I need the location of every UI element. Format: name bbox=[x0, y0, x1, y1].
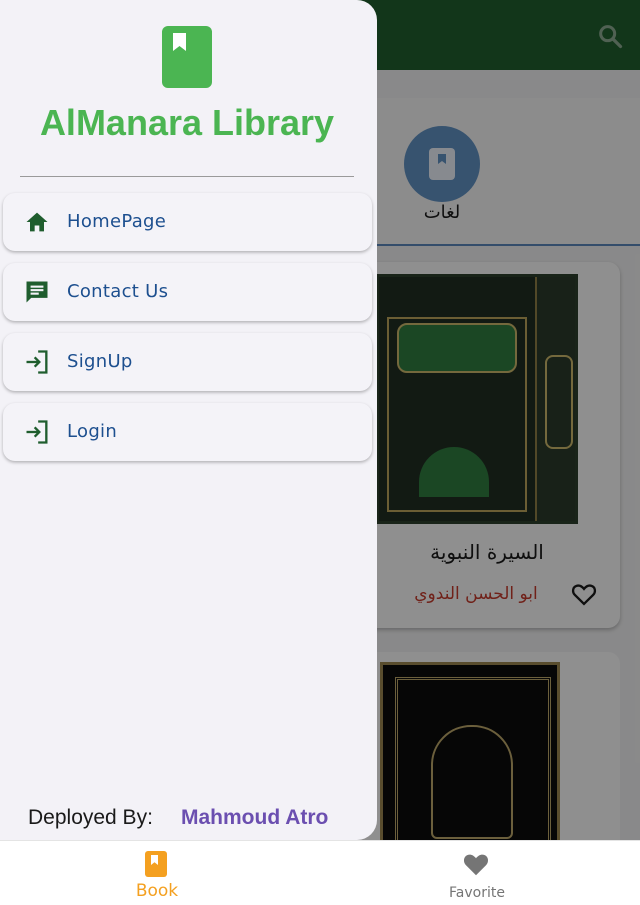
book-icon bbox=[145, 851, 167, 877]
drawer-title: AlManara Library bbox=[39, 102, 335, 143]
heart-icon bbox=[463, 854, 489, 876]
message-icon bbox=[26, 281, 48, 303]
menu-item-homepage[interactable]: HomePage bbox=[3, 193, 372, 251]
menu-item-label: Contact Us bbox=[67, 281, 169, 302]
menu-item-contact-us[interactable]: Contact Us bbox=[3, 263, 372, 321]
menu-item-label: HomePage bbox=[67, 211, 167, 232]
nav-item-book[interactable]: Book bbox=[77, 841, 237, 905]
nav-item-label: Book bbox=[135, 881, 179, 901]
navigation-drawer: AlManara Library HomePage Contact Us Sig… bbox=[0, 0, 377, 840]
menu-item-label: Login bbox=[67, 421, 118, 442]
nav-item-label: Favorite bbox=[449, 885, 505, 901]
login-icon bbox=[26, 420, 48, 444]
developer-name: Mahmoud Atro bbox=[181, 806, 329, 829]
library-logo-icon bbox=[162, 26, 212, 88]
deployed-by-label: Deployed By: bbox=[28, 806, 153, 829]
login-icon bbox=[26, 350, 48, 374]
bottom-navigation-bar: Book Favorite bbox=[0, 840, 640, 905]
menu-item-signup[interactable]: SignUp bbox=[3, 333, 372, 391]
divider bbox=[20, 176, 354, 177]
home-icon bbox=[26, 212, 48, 232]
menu-item-login[interactable]: Login bbox=[3, 403, 372, 461]
nav-item-favorite[interactable]: Favorite bbox=[397, 841, 557, 905]
menu-item-label: SignUp bbox=[67, 351, 133, 372]
